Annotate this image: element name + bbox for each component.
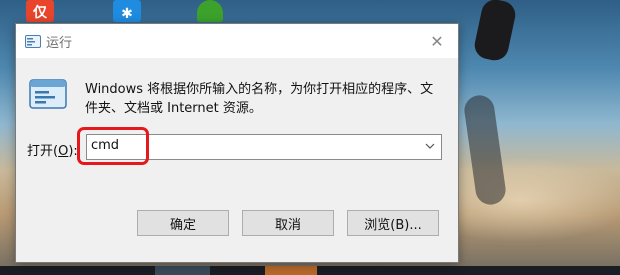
open-combobox[interactable]: cmd bbox=[86, 134, 442, 160]
open-label: 打开(O): bbox=[27, 140, 78, 159]
open-label-accesskey: O bbox=[58, 144, 69, 159]
close-button[interactable]: ✕ bbox=[424, 30, 450, 52]
dialog-title: 运行 bbox=[46, 36, 73, 51]
taskbar-item-2[interactable] bbox=[265, 266, 317, 275]
ok-button[interactable]: 确定 bbox=[137, 210, 229, 236]
wallpaper-runner-silhouette bbox=[472, 0, 518, 63]
wallpaper-runner-reflection bbox=[462, 93, 508, 207]
chevron-down-icon[interactable] bbox=[423, 138, 437, 154]
open-label-prefix: 打开( bbox=[27, 144, 59, 159]
desktop-app-icon-green[interactable] bbox=[197, 0, 223, 22]
desktop-app-icon-red-glyph: 仅 bbox=[33, 5, 47, 21]
run-program-icon bbox=[29, 79, 67, 109]
dialog-description: Windows 将根据你所输入的名称，为你打开相应的程序、文件夹、文档或 Int… bbox=[85, 82, 434, 116]
run-app-icon bbox=[25, 33, 41, 48]
open-input[interactable]: cmd bbox=[91, 138, 119, 153]
desktop-app-icon-red[interactable]: 仅 bbox=[26, 0, 54, 22]
open-label-suffix: ): bbox=[68, 144, 78, 159]
close-icon: ✕ bbox=[430, 31, 444, 51]
dialog-titlebar[interactable]: 运行 ✕ bbox=[16, 24, 458, 58]
taskbar bbox=[0, 266, 620, 275]
browse-button[interactable]: 浏览(B)... bbox=[347, 210, 439, 236]
cancel-button[interactable]: 取消 bbox=[242, 210, 334, 236]
run-dialog: 运行 ✕ Windows 将根据你所输入的名称，为你打开相应的程序、文件夹、文档… bbox=[15, 23, 459, 263]
desktop-app-icon-blue-glyph: ✱ bbox=[121, 6, 133, 22]
desktop-app-icon-blue[interactable]: ✱ bbox=[113, 0, 141, 22]
taskbar-item-1[interactable] bbox=[155, 266, 210, 275]
